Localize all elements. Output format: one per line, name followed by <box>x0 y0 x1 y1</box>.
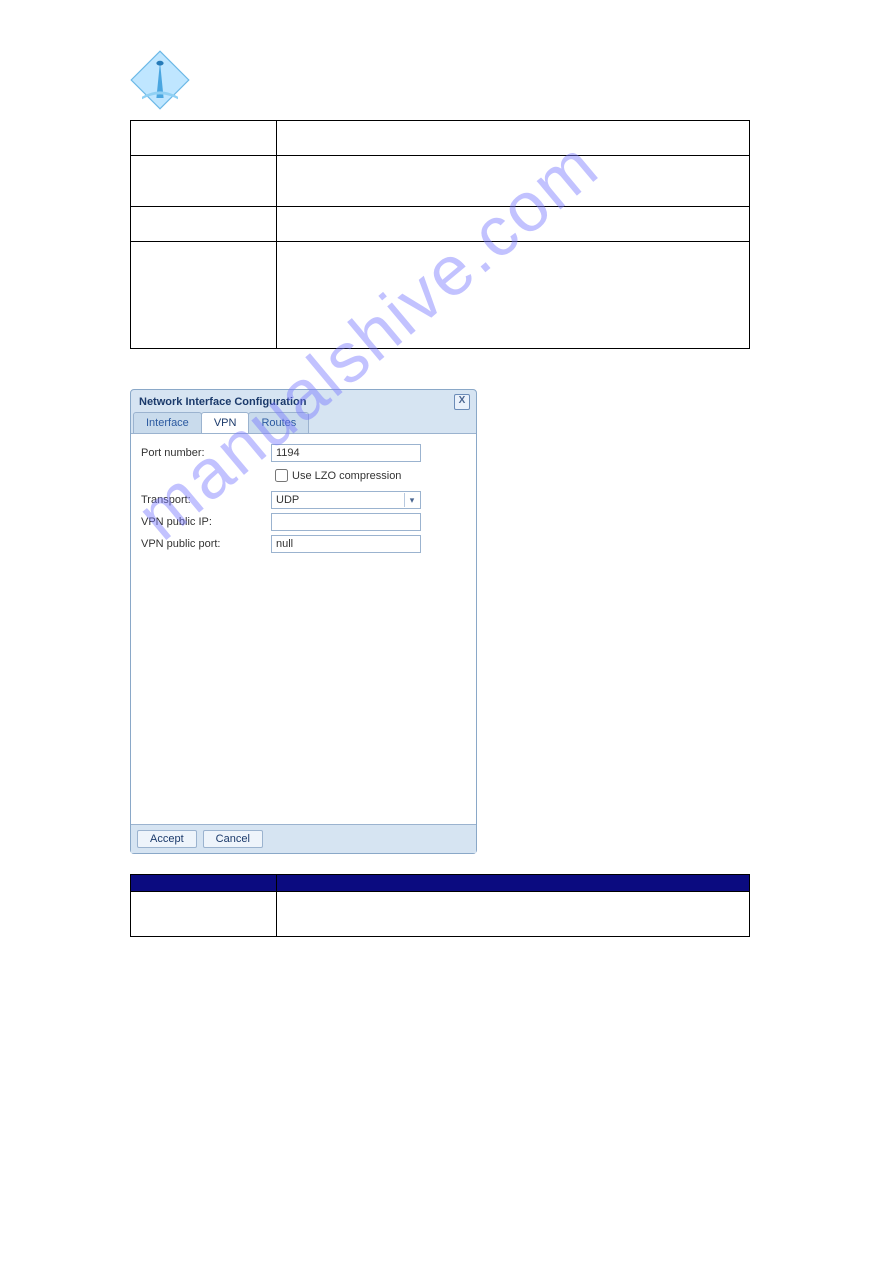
close-icon[interactable]: X <box>454 394 470 410</box>
vpn-public-port-input[interactable] <box>271 535 421 553</box>
table-row <box>131 156 750 207</box>
table-row <box>131 242 750 349</box>
upper-param-table <box>130 120 750 349</box>
dialog-tabstrip: Interface VPN Routes <box>131 412 476 434</box>
desc-cell <box>277 156 750 207</box>
tab-vpn[interactable]: VPN <box>201 412 250 433</box>
table-row <box>131 121 750 156</box>
vpn-public-port-label: VPN public port: <box>141 538 271 550</box>
table-row <box>131 207 750 242</box>
param-cell <box>131 242 277 349</box>
col-param-header <box>131 875 277 892</box>
desc-cell <box>277 892 750 937</box>
transport-select[interactable] <box>271 491 421 509</box>
desc-cell <box>277 242 750 349</box>
network-interface-config-dialog: Network Interface Configuration X Interf… <box>130 389 477 854</box>
port-number-label: Port number: <box>141 447 271 459</box>
lzo-label: Use LZO compression <box>292 470 401 482</box>
port-number-input[interactable] <box>271 444 421 462</box>
table-header-row <box>131 875 750 892</box>
lzo-checkbox[interactable] <box>275 469 288 482</box>
transport-label: Transport: <box>141 494 271 506</box>
lighthouse-logo <box>130 50 190 110</box>
col-desc-header <box>277 875 750 892</box>
dialog-body: Port number: Use LZO compression Transpo… <box>131 434 476 824</box>
cancel-button[interactable]: Cancel <box>203 830 263 848</box>
desc-cell <box>277 121 750 156</box>
dialog-titlebar: Network Interface Configuration X <box>131 390 476 412</box>
accept-button[interactable]: Accept <box>137 830 197 848</box>
table-row <box>131 892 750 937</box>
lower-param-table <box>130 874 750 937</box>
tab-routes[interactable]: Routes <box>248 412 309 433</box>
dialog-title: Network Interface Configuration <box>139 396 306 408</box>
param-cell <box>131 207 277 242</box>
tab-interface[interactable]: Interface <box>133 412 202 433</box>
desc-cell <box>277 207 750 242</box>
vpn-public-ip-input[interactable] <box>271 513 421 531</box>
page-footer <box>0 1057 893 1077</box>
dialog-footer: Accept Cancel <box>131 824 476 853</box>
param-cell <box>131 156 277 207</box>
param-cell <box>131 121 277 156</box>
vpn-public-ip-label: VPN public IP: <box>141 516 271 528</box>
param-cell <box>131 892 277 937</box>
